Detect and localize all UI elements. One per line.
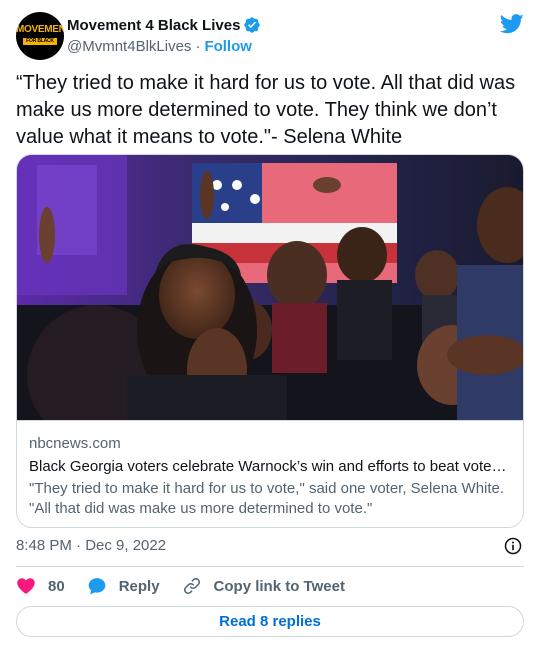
avatar[interactable]: MOVEMENT FOR BLACK LIVES	[16, 12, 64, 60]
author-handle[interactable]: @Mvmnt4BlkLives	[67, 38, 191, 55]
avatar-logo-subtext: FOR BLACK LIVES	[26, 38, 54, 44]
card-meta: nbcnews.com Black Georgia voters celebra…	[17, 420, 523, 519]
author-info: Movement 4 Black Lives @Mvmnt4BlkLives ·…	[67, 15, 261, 56]
verified-badge-icon	[244, 17, 261, 33]
embedded-tweet: MOVEMENT FOR BLACK LIVES Movement 4 Blac…	[0, 0, 540, 653]
card-title[interactable]: Black Georgia voters celebrate Warnock’s…	[29, 457, 511, 476]
card-photo-crowd-celebration	[17, 155, 523, 420]
tweet-header: MOVEMENT FOR BLACK LIVES Movement 4 Blac…	[16, 12, 524, 60]
avatar-logo-text: MOVEMENT	[16, 24, 64, 35]
card-domain: nbcnews.com	[29, 435, 121, 452]
twitter-bird-icon[interactable]	[500, 14, 524, 34]
heart-icon	[17, 578, 35, 594]
tweet-actions: 80 Reply Copy link to Tweet	[16, 574, 367, 598]
card-description: "They tried to make it hard for us to vo…	[29, 480, 505, 517]
like-count: 80	[48, 577, 65, 595]
link-icon	[183, 578, 200, 594]
info-icon[interactable]	[503, 536, 523, 556]
copy-link-label: Copy link to Tweet	[213, 577, 345, 595]
divider	[16, 566, 524, 567]
separator-dot: ·	[195, 37, 201, 55]
reply-bubble-icon	[88, 578, 106, 595]
author-display-name[interactable]: Movement 4 Black Lives	[67, 17, 240, 34]
link-preview-card[interactable]: nbcnews.com Black Georgia voters celebra…	[16, 154, 524, 528]
tweet-timestamp[interactable]: 8:48 PM · Dec 9, 2022	[16, 536, 166, 555]
reply-label: Reply	[118, 577, 160, 595]
like-button[interactable]: 80	[16, 576, 65, 596]
follow-button[interactable]: Follow	[204, 38, 252, 55]
reply-button[interactable]: Reply	[87, 576, 160, 596]
copy-link-button[interactable]: Copy link to Tweet	[182, 576, 345, 596]
tweet-text: “They tried to make it hard for us to vo…	[16, 72, 516, 148]
read-replies-button[interactable]: Read 8 replies	[16, 606, 524, 637]
